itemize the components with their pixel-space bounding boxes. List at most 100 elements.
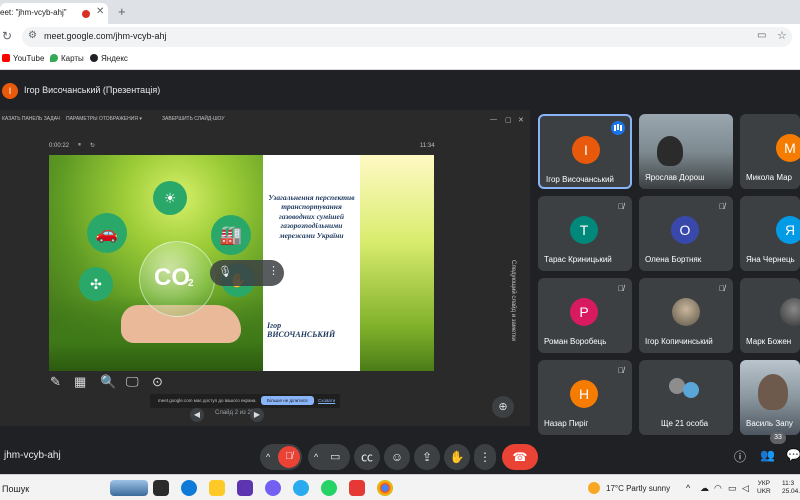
participant-name: Тарас Криницький xyxy=(544,255,612,264)
chat-icon[interactable]: 💬 xyxy=(786,448,800,462)
telegram-icon[interactable] xyxy=(293,480,309,496)
chevron-up-icon[interactable]: ^ xyxy=(266,444,270,470)
onedrive-icon[interactable]: ☁ xyxy=(700,483,709,494)
url-text[interactable]: meet.google.com/jhm-vcyb-ahj xyxy=(44,31,167,41)
store-icon[interactable] xyxy=(237,480,253,496)
mic-off-icon: 🎙̸ xyxy=(719,202,725,211)
battery-icon[interactable]: ▭ xyxy=(728,483,737,494)
participant-tile[interactable]: 🎙̸ Ігор Копичинський xyxy=(639,278,733,353)
meeting-code: jhm-vcyb-ahj xyxy=(4,450,61,461)
more-icon[interactable]: ⊙ xyxy=(152,374,163,390)
weather-text[interactable]: 17°C Partly sunny xyxy=(606,484,670,493)
task-view-icon[interactable] xyxy=(153,480,169,496)
next-slide-button[interactable]: ▶ xyxy=(250,408,264,422)
avatar: Н xyxy=(570,380,598,408)
magnifier-icon[interactable]: 🔍 xyxy=(100,374,116,390)
search-highlight-image[interactable] xyxy=(110,480,148,496)
site-info-icon[interactable]: ⚙ xyxy=(28,30,37,41)
file-explorer-icon[interactable] xyxy=(209,480,225,496)
restart-timer-icon[interactable]: ↻ xyxy=(90,142,95,149)
shared-screen: КАЗАТЬ ПАНЕЛЬ ЗАДАЧ ПАРАМЕТРЫ ОТОБРАЖЕНИ… xyxy=(0,110,530,426)
emoji-button[interactable]: ☺ xyxy=(384,444,410,470)
participant-name: Василь Запу xyxy=(746,419,793,428)
meet-main: І Ігор Височанський (Презентація) КАЗАТЬ… xyxy=(0,70,800,474)
app-icon[interactable] xyxy=(349,480,365,496)
mic-off-icon[interactable]: 🎙̸ xyxy=(278,446,300,468)
pause-icon[interactable]: ⏸ xyxy=(78,142,81,149)
language-indicator[interactable]: УКР UKR xyxy=(757,480,771,497)
profile-photo xyxy=(672,298,700,326)
browser-tab[interactable]: eet: "jhm-vcyb-ahj" ✕ xyxy=(0,3,108,24)
mic-off-icon: 🎙̸ xyxy=(618,284,624,293)
chevron-up-icon[interactable]: ^ xyxy=(686,483,690,493)
hide-notice-link[interactable]: Сховати xyxy=(318,398,335,403)
taskbar-search[interactable]: Пошук xyxy=(2,484,29,494)
present-screen-button[interactable]: ⇪ xyxy=(414,444,440,470)
zoom-icon[interactable]: ⊕ xyxy=(492,396,514,418)
chrome-icon[interactable] xyxy=(377,480,393,496)
participant-tile[interactable]: Марк Божен xyxy=(740,278,800,353)
participant-name: Ігор Височанський xyxy=(546,175,614,184)
camera-icon[interactable]: ▭ xyxy=(330,444,340,470)
participant-tile[interactable]: 🎙̸ Т Тарас Криницький xyxy=(538,196,632,271)
participant-tile[interactable]: 🎙̸ Р Роман Воробець xyxy=(538,278,632,353)
chevron-up-icon[interactable]: ^ xyxy=(314,444,318,470)
more-participants-tile[interactable]: Ще 21 особа xyxy=(639,360,733,435)
next-slide-notes-label[interactable]: Следующий слайд и заметки xyxy=(510,260,516,341)
more-options-icon[interactable]: ⋮ xyxy=(268,264,279,277)
captions-button[interactable]: ㏄ xyxy=(354,444,380,470)
bookmark-star-icon[interactable]: ☆ xyxy=(777,29,787,42)
edge-icon[interactable] xyxy=(181,480,197,496)
more-options-button[interactable]: ⋮ xyxy=(474,444,496,470)
stop-sharing-button[interactable]: Більше не ділитися xyxy=(261,396,314,405)
camera-control[interactable]: ^ ▭ xyxy=(308,444,350,470)
system-clock[interactable]: 11:3 25.04.2 xyxy=(782,480,800,497)
close-tab-icon[interactable]: ✕ xyxy=(96,6,104,17)
participant-name: Микола Мар xyxy=(746,173,792,182)
omnibox[interactable]: ⚙ meet.google.com/jhm-vcyb-ahj ▭ ☆ xyxy=(22,27,792,47)
camera-in-use-icon[interactable]: ▭ xyxy=(757,30,766,41)
presenter-timer: 0:00:22 xyxy=(49,143,70,149)
slide-grid-icon[interactable]: ▦ xyxy=(74,374,86,390)
show-taskbar-button[interactable]: КАЗАТЬ ПАНЕЛЬ ЗАДАЧ xyxy=(2,116,60,122)
bookmark-maps[interactable]: Карты xyxy=(50,54,84,63)
meeting-info-icon[interactable]: ⓘ xyxy=(734,448,746,465)
viber-icon[interactable] xyxy=(265,480,281,496)
restore-icon[interactable]: ▢ xyxy=(505,116,512,124)
avatar: М xyxy=(776,134,800,162)
people-icon[interactable]: 👥 xyxy=(760,448,775,462)
participant-tile[interactable]: Я Яна Чернець xyxy=(740,196,800,271)
tab-title: eet: "jhm-vcyb-ahj" xyxy=(0,8,67,17)
weather-sun-icon xyxy=(588,482,600,494)
wifi-icon[interactable]: ◠ xyxy=(714,483,722,494)
avatar: Т xyxy=(570,216,598,244)
avatar: О xyxy=(671,216,699,244)
bookmark-yandex[interactable]: Яндекс xyxy=(90,54,128,63)
pen-icon[interactable]: ✎ xyxy=(50,374,61,390)
mic-control[interactable]: ^ 🎙̸ xyxy=(260,444,302,470)
participant-tile[interactable]: 🎙̸ Н Назар Пиріг xyxy=(538,360,632,435)
bookmark-youtube[interactable]: YouTube xyxy=(2,54,44,63)
participant-tile[interactable]: Ярослав Дорош xyxy=(639,114,733,189)
display-settings-button[interactable]: ПАРАМЕТРЫ ОТОБРАЖЕНИЯ ▾ xyxy=(66,116,142,122)
reload-icon[interactable]: ↻ xyxy=(2,29,12,43)
minimize-icon[interactable]: — xyxy=(490,116,497,123)
new-tab-button[interactable]: + xyxy=(118,4,126,19)
volume-icon[interactable]: ◁ xyxy=(742,483,749,494)
whatsapp-icon[interactable] xyxy=(321,480,337,496)
participant-hover-controls[interactable]: 🎙 ⋮ xyxy=(210,260,284,286)
leave-call-button[interactable]: ☎ xyxy=(502,444,538,470)
participant-tile[interactable]: М Микола Мар xyxy=(740,114,800,189)
participant-name: Олена Бортняк xyxy=(645,255,702,264)
participant-count-badge: 33 xyxy=(770,432,786,444)
participant-tile[interactable]: І Ігор Височанський xyxy=(538,114,632,189)
participant-tile[interactable]: Василь Запу xyxy=(740,360,800,435)
previous-slide-button[interactable]: ◀ xyxy=(190,408,204,422)
mic-off-icon[interactable]: 🎙 xyxy=(218,265,232,278)
end-show-button[interactable]: ЗАВЕРШИТЬ СЛАЙД-ШОУ xyxy=(162,116,225,122)
close-icon[interactable]: ✕ xyxy=(518,116,524,124)
raise-hand-button[interactable]: ✋ xyxy=(444,444,470,470)
participant-name: Ігор Копичинський xyxy=(645,337,713,346)
display-icon[interactable]: 🖵 xyxy=(126,374,139,390)
participant-tile[interactable]: 🎙̸ О Олена Бортняк xyxy=(639,196,733,271)
